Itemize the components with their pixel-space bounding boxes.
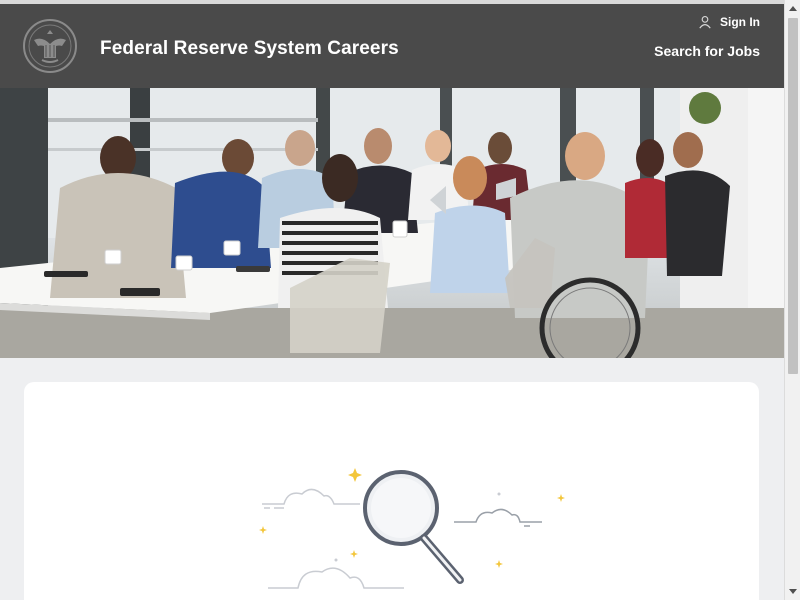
scrollbar-thumb[interactable] [788,18,798,374]
content-card [24,382,759,600]
scroll-up-arrow-icon[interactable] [789,6,797,11]
sign-in-link[interactable]: Sign In [698,12,760,32]
vertical-scrollbar[interactable] [784,0,800,600]
browser-viewport: Federal Reserve System Careers Sign In S… [0,0,784,600]
search-for-jobs-link[interactable]: Search for Jobs [654,43,760,59]
user-icon [699,16,711,29]
sign-in-label: Sign In [720,15,760,29]
scroll-down-arrow-icon[interactable] [789,589,797,594]
magnifying-glass-icon [259,468,565,589]
site-header: Federal Reserve System Careers Sign In S… [0,4,784,88]
meeting-room-photo [0,88,784,358]
hero-photo [0,88,784,358]
federal-reserve-seal-icon[interactable] [22,18,78,74]
site-title[interactable]: Federal Reserve System Careers [100,38,399,60]
